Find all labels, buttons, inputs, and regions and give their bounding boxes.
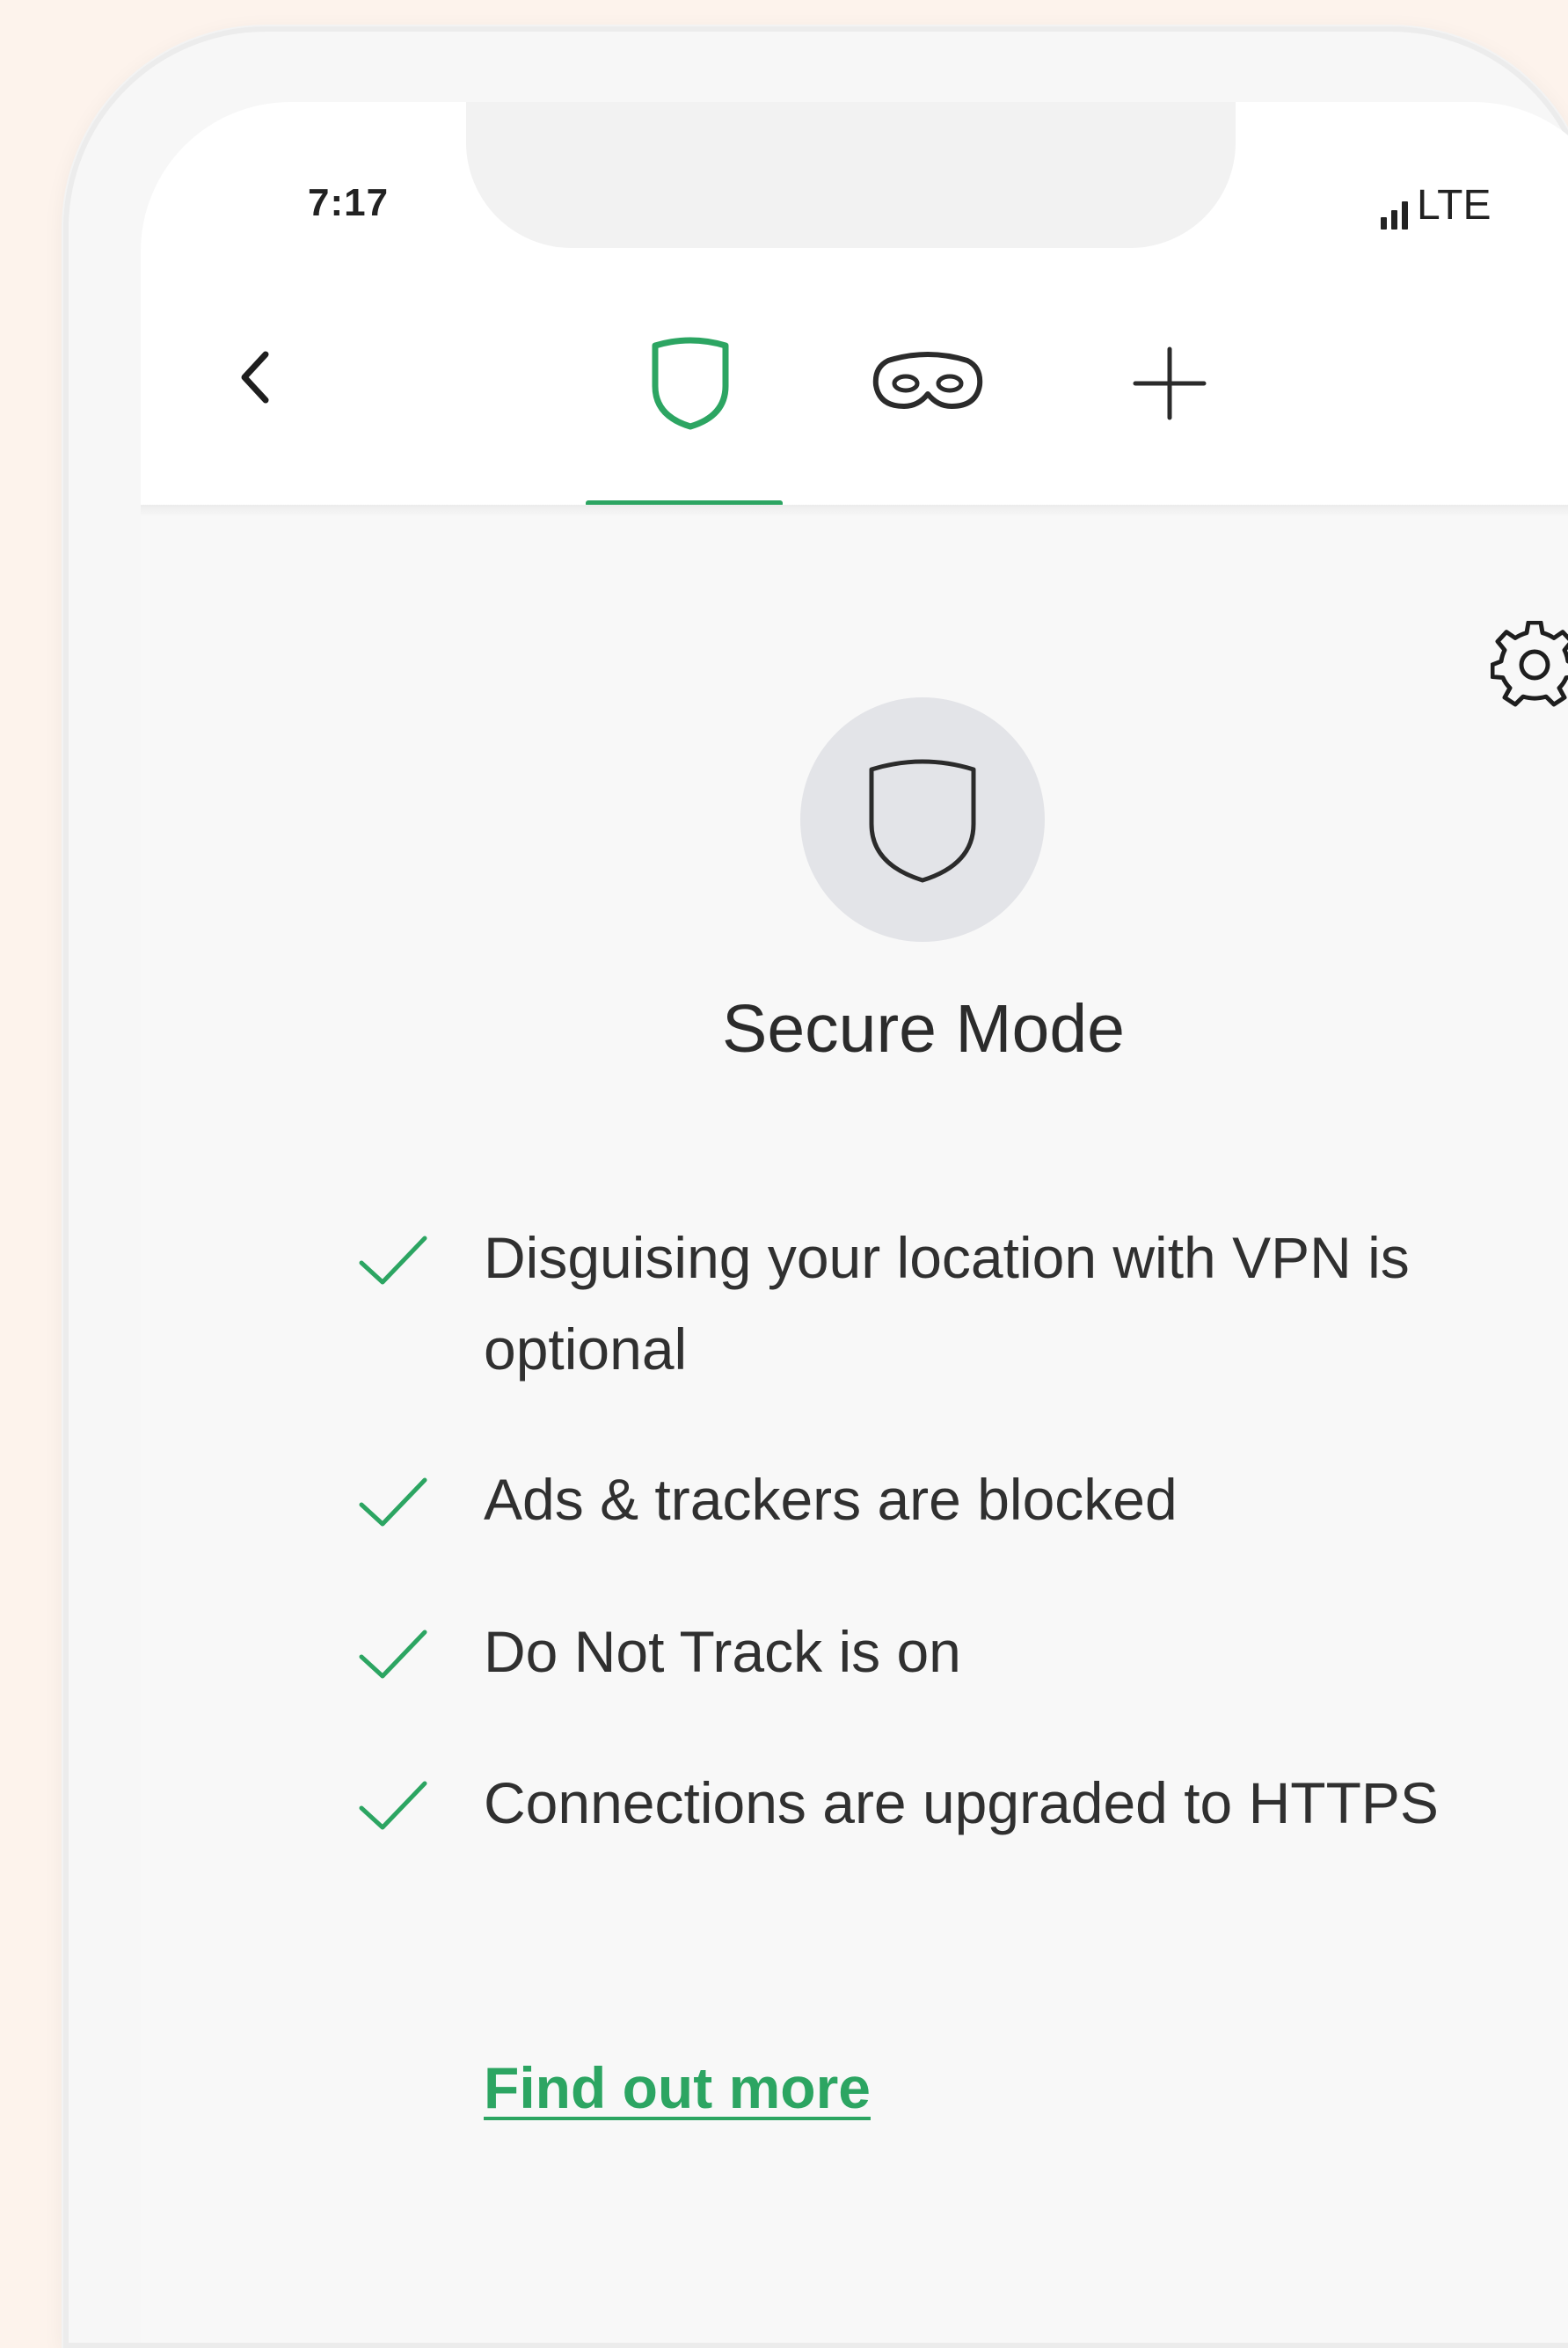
status-indicators: LTE xyxy=(1381,181,1491,230)
feature-text: Disguising your location with VPN is opt… xyxy=(484,1225,1410,1382)
phone-screen: 7:17 LTE Secure Mode Disguising your loc… xyxy=(141,102,1568,2343)
find-out-more-link[interactable]: Find out more xyxy=(484,2054,871,2121)
tab-secure[interactable] xyxy=(629,322,752,445)
tab-private[interactable] xyxy=(866,322,989,445)
feature-text: Do Not Track is on xyxy=(484,1619,961,1684)
header-divider xyxy=(141,505,1568,517)
mask-icon xyxy=(872,352,983,409)
settings-button[interactable] xyxy=(1482,612,1568,718)
feature-text: Ads & trackers are blocked xyxy=(484,1467,1178,1532)
check-icon xyxy=(359,1236,427,1285)
tab-add[interactable] xyxy=(1108,322,1231,445)
tab-bar xyxy=(141,322,1568,454)
check-icon xyxy=(359,1630,427,1679)
shield-icon xyxy=(652,337,729,430)
feature-text: Connections are upgraded to HTTPS xyxy=(484,1770,1439,1835)
chevron-left-icon xyxy=(241,351,269,404)
back-button[interactable] xyxy=(229,338,281,417)
phone-notch xyxy=(466,102,1236,248)
mode-title: Secure Mode xyxy=(722,991,1125,1067)
status-time: 7:17 xyxy=(308,181,390,224)
network-type: LTE xyxy=(1417,182,1491,229)
phone-frame: 7:17 LTE Secure Mode Disguising your loc… xyxy=(63,26,1568,2348)
check-icon xyxy=(359,1477,427,1527)
shield-icon xyxy=(869,759,976,883)
signal-icon xyxy=(1381,200,1408,230)
check-icon xyxy=(359,1781,427,1830)
gear-icon xyxy=(1491,621,1568,707)
plus-icon xyxy=(1133,346,1207,420)
mode-icon-badge xyxy=(800,697,1045,942)
